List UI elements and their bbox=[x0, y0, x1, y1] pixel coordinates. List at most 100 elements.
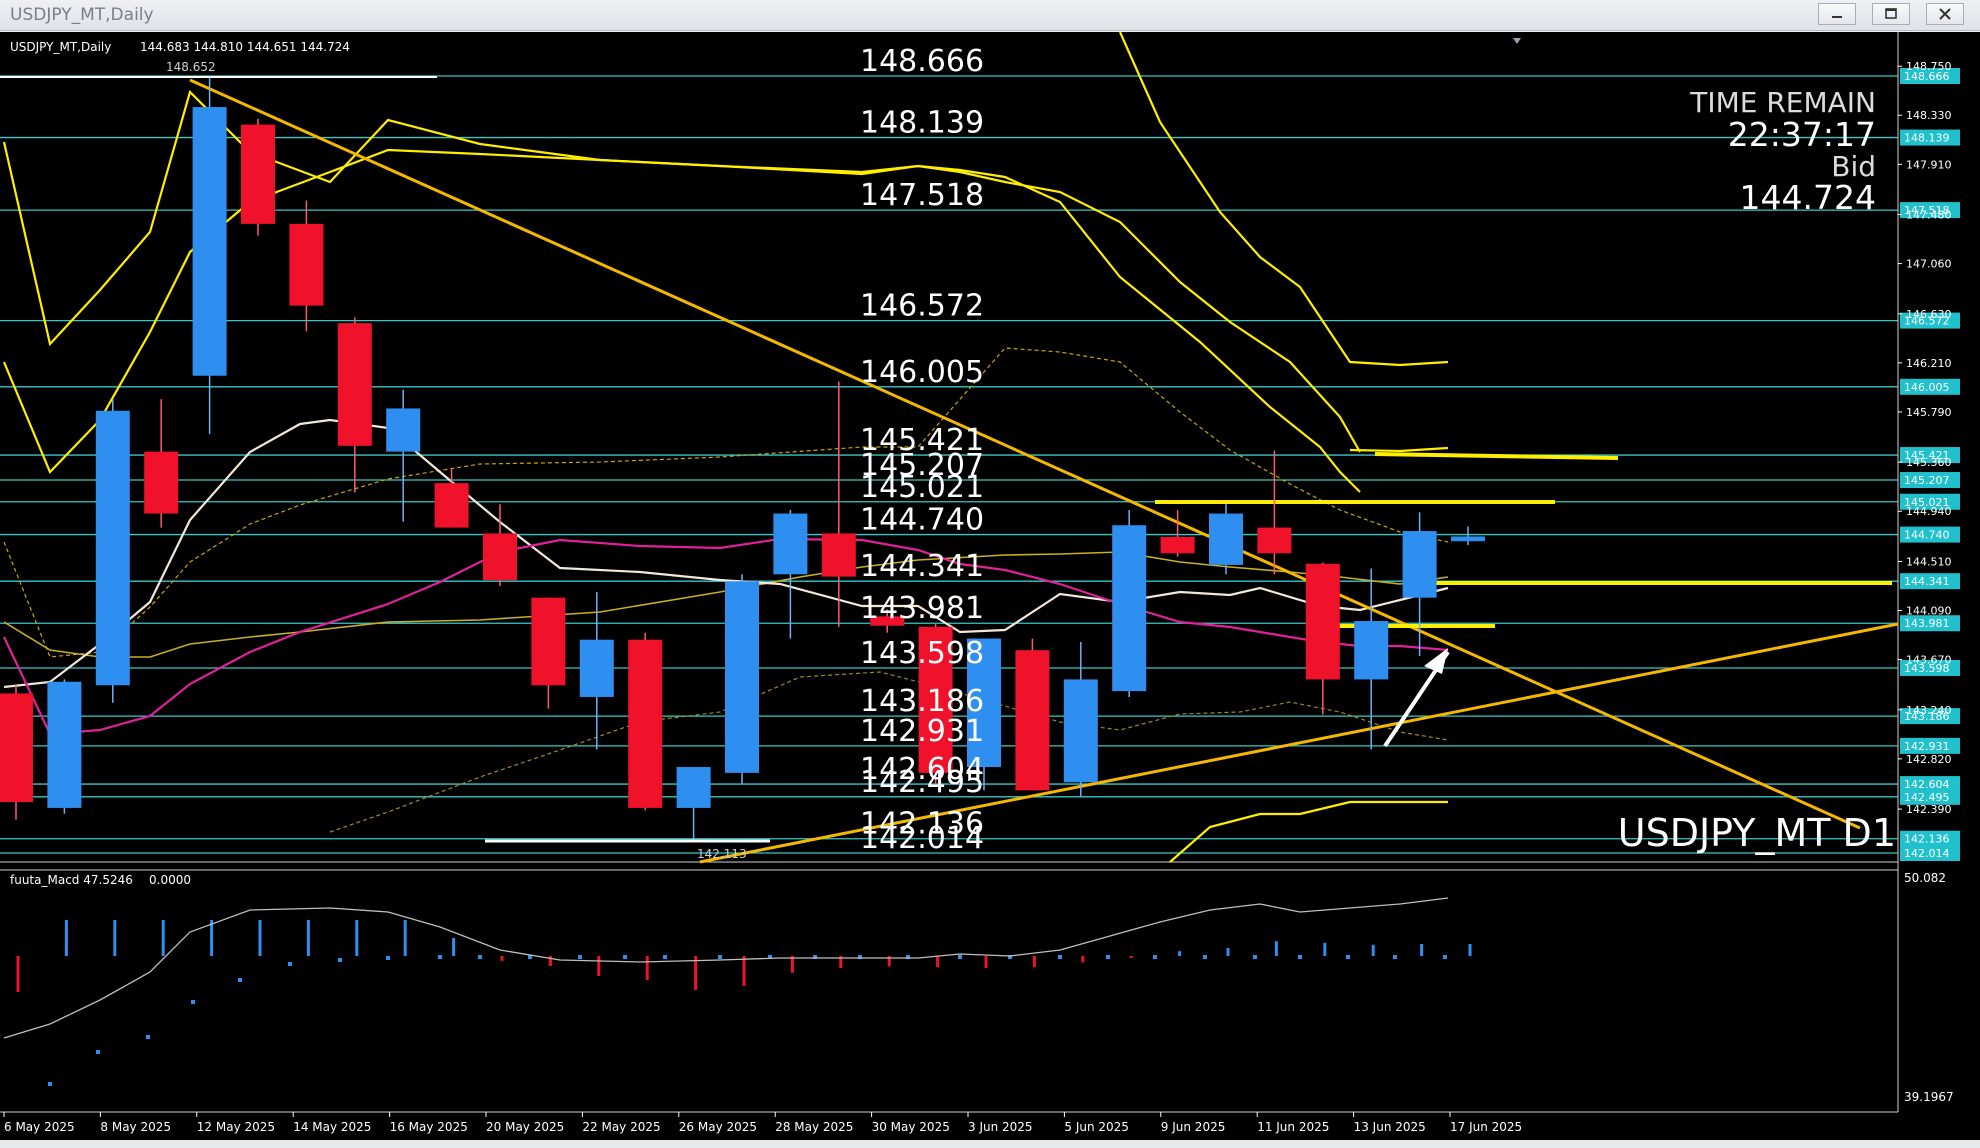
title-bar[interactable]: USDJPY_MT,Daily bbox=[0, 0, 1980, 31]
date-label: 22 May 2025 bbox=[582, 1120, 660, 1134]
price-tick-label: 144.510 bbox=[1906, 555, 1952, 568]
price-tick-label: 147.910 bbox=[1906, 158, 1952, 171]
bearish-candle bbox=[144, 451, 179, 514]
bearish-candle bbox=[628, 639, 663, 808]
macd-line bbox=[3, 897, 1449, 1039]
bullish-candle bbox=[47, 681, 82, 808]
restore-icon bbox=[1885, 8, 1897, 19]
bullish-candle bbox=[579, 639, 614, 697]
macd-signal-dot bbox=[191, 1000, 195, 1004]
date-label: 13 Jun 2025 bbox=[1354, 1120, 1426, 1134]
date-label: 30 May 2025 bbox=[872, 1120, 950, 1134]
bearish-candle bbox=[821, 533, 856, 577]
level-label: 145.021 bbox=[860, 470, 984, 505]
price-tick-label: 147.060 bbox=[1906, 258, 1952, 271]
level-label: 148.139 bbox=[860, 106, 984, 141]
level-price-tag-text: 148.139 bbox=[1904, 132, 1950, 145]
bullish-candle bbox=[676, 767, 711, 808]
price-tick-label: 148.750 bbox=[1906, 60, 1952, 73]
date-label: 8 May 2025 bbox=[100, 1120, 171, 1134]
level-label: 142.931 bbox=[860, 714, 984, 749]
level-label: 146.572 bbox=[860, 289, 984, 324]
date-label: 28 May 2025 bbox=[775, 1120, 853, 1134]
macd-signal-dot bbox=[478, 955, 482, 959]
level-label: 142.014 bbox=[860, 821, 984, 856]
minimize-button[interactable] bbox=[1818, 3, 1856, 25]
level-label: 144.341 bbox=[860, 549, 984, 584]
date-axis: 6 May 2025 8 May 2025 12 May 2025 14 May 20… bbox=[3, 1112, 1522, 1134]
bullish-candle bbox=[192, 107, 227, 376]
bearish-candle bbox=[241, 124, 275, 224]
level-price-tag-text: 142.931 bbox=[1904, 740, 1950, 753]
restore-button[interactable] bbox=[1872, 3, 1910, 25]
bearish-candle bbox=[483, 533, 517, 581]
bullish-candle bbox=[1451, 536, 1485, 542]
macd-signal-dot bbox=[288, 962, 292, 966]
price-tick-label: 144.940 bbox=[1906, 505, 1952, 518]
candles bbox=[0, 77, 1485, 840]
macd-signal-dot bbox=[1443, 955, 1447, 959]
bullish-candle bbox=[386, 408, 421, 452]
minimize-icon bbox=[1832, 16, 1842, 18]
date-label: 3 Jun 2025 bbox=[968, 1120, 1033, 1134]
date-label: 20 May 2025 bbox=[486, 1120, 564, 1134]
price-chart[interactable]: 148.666148.139147.518146.572146.005145.4… bbox=[0, 32, 1980, 1140]
macd-scale-bottom: 39.1967 bbox=[1904, 1090, 1954, 1104]
date-label: 16 May 2025 bbox=[390, 1120, 468, 1134]
low-price-label: 142.113 bbox=[697, 847, 747, 861]
level-price-tag-text: 144.341 bbox=[1904, 575, 1950, 588]
close-icon bbox=[1939, 8, 1951, 20]
price-tick-label: 145.360 bbox=[1906, 456, 1952, 469]
price-tick-label: 143.670 bbox=[1906, 654, 1952, 667]
price-tick-label: 143.240 bbox=[1906, 704, 1952, 717]
date-label: 14 May 2025 bbox=[293, 1120, 371, 1134]
macd-signal-dot bbox=[1106, 955, 1110, 959]
chart-window: USDJPY_MT,Daily 148.666 148.139 147.518 146… bbox=[0, 0, 1980, 1148]
bearish-candle bbox=[434, 483, 469, 528]
macd-signal-dot bbox=[238, 978, 242, 982]
close-button[interactable] bbox=[1926, 3, 1964, 25]
macd-signal-dot bbox=[338, 958, 342, 962]
price-tick-label: 144.090 bbox=[1906, 605, 1952, 618]
date-label: 17 Jun 2025 bbox=[1450, 1120, 1522, 1134]
level-price-tag-text: 142.014 bbox=[1904, 847, 1950, 860]
chart-area[interactable]: 148.666 148.139 147.518 146.572 146.005 145.4… bbox=[0, 32, 1980, 1140]
macd-signal-dot bbox=[1058, 955, 1062, 959]
macd-signal-dot bbox=[48, 1082, 52, 1086]
macd-signal-dot bbox=[1253, 955, 1257, 959]
status-strip bbox=[0, 1140, 1980, 1148]
level-price-tag-text: 145.207 bbox=[1904, 474, 1950, 487]
bullish-candle bbox=[1402, 531, 1437, 598]
level-price-tag-text: 142.136 bbox=[1904, 833, 1950, 846]
macd-signal-dot bbox=[578, 955, 582, 959]
macd-panel bbox=[3, 897, 1472, 1086]
price-tick-label: 146.630 bbox=[1906, 308, 1952, 321]
level-price-tag-text: 142.495 bbox=[1904, 791, 1950, 804]
macd-signal-dot bbox=[1153, 955, 1157, 959]
macd-signal-dot bbox=[146, 1035, 150, 1039]
date-label: 12 May 2025 bbox=[197, 1120, 275, 1134]
macd-signal-dot bbox=[386, 956, 390, 960]
price-tick-label: 147.480 bbox=[1906, 209, 1952, 222]
date-label: 9 Jun 2025 bbox=[1161, 1120, 1226, 1134]
bullish-candle bbox=[725, 581, 759, 773]
bullish-candle bbox=[773, 513, 808, 575]
bearish-candle bbox=[1257, 527, 1292, 554]
bearish-candle bbox=[1305, 563, 1340, 680]
bearish-candle bbox=[0, 693, 33, 803]
bid-value: 144.724 bbox=[1740, 178, 1876, 217]
level-price-tag-text: 144.740 bbox=[1904, 529, 1950, 542]
bearish-candle bbox=[1015, 650, 1050, 791]
macd-scale-top: 50.082 bbox=[1904, 871, 1946, 885]
window-title: USDJPY_MT,Daily bbox=[10, 5, 154, 25]
price-axis: 148.666148.139147.518146.572146.005145.4… bbox=[1898, 60, 1960, 861]
date-label: 11 Jun 2025 bbox=[1257, 1120, 1329, 1134]
bullish-candle bbox=[1209, 513, 1243, 565]
upper-band-end bbox=[1349, 446, 1449, 453]
symbol-watermark: USDJPY_MT D1 bbox=[1618, 811, 1896, 855]
macd-value: 0.0000 bbox=[149, 873, 191, 887]
bearish-candle bbox=[289, 223, 324, 306]
level-label: 147.518 bbox=[860, 178, 984, 213]
macd-signal-dot bbox=[1203, 955, 1207, 959]
bullish-candle bbox=[95, 410, 130, 686]
